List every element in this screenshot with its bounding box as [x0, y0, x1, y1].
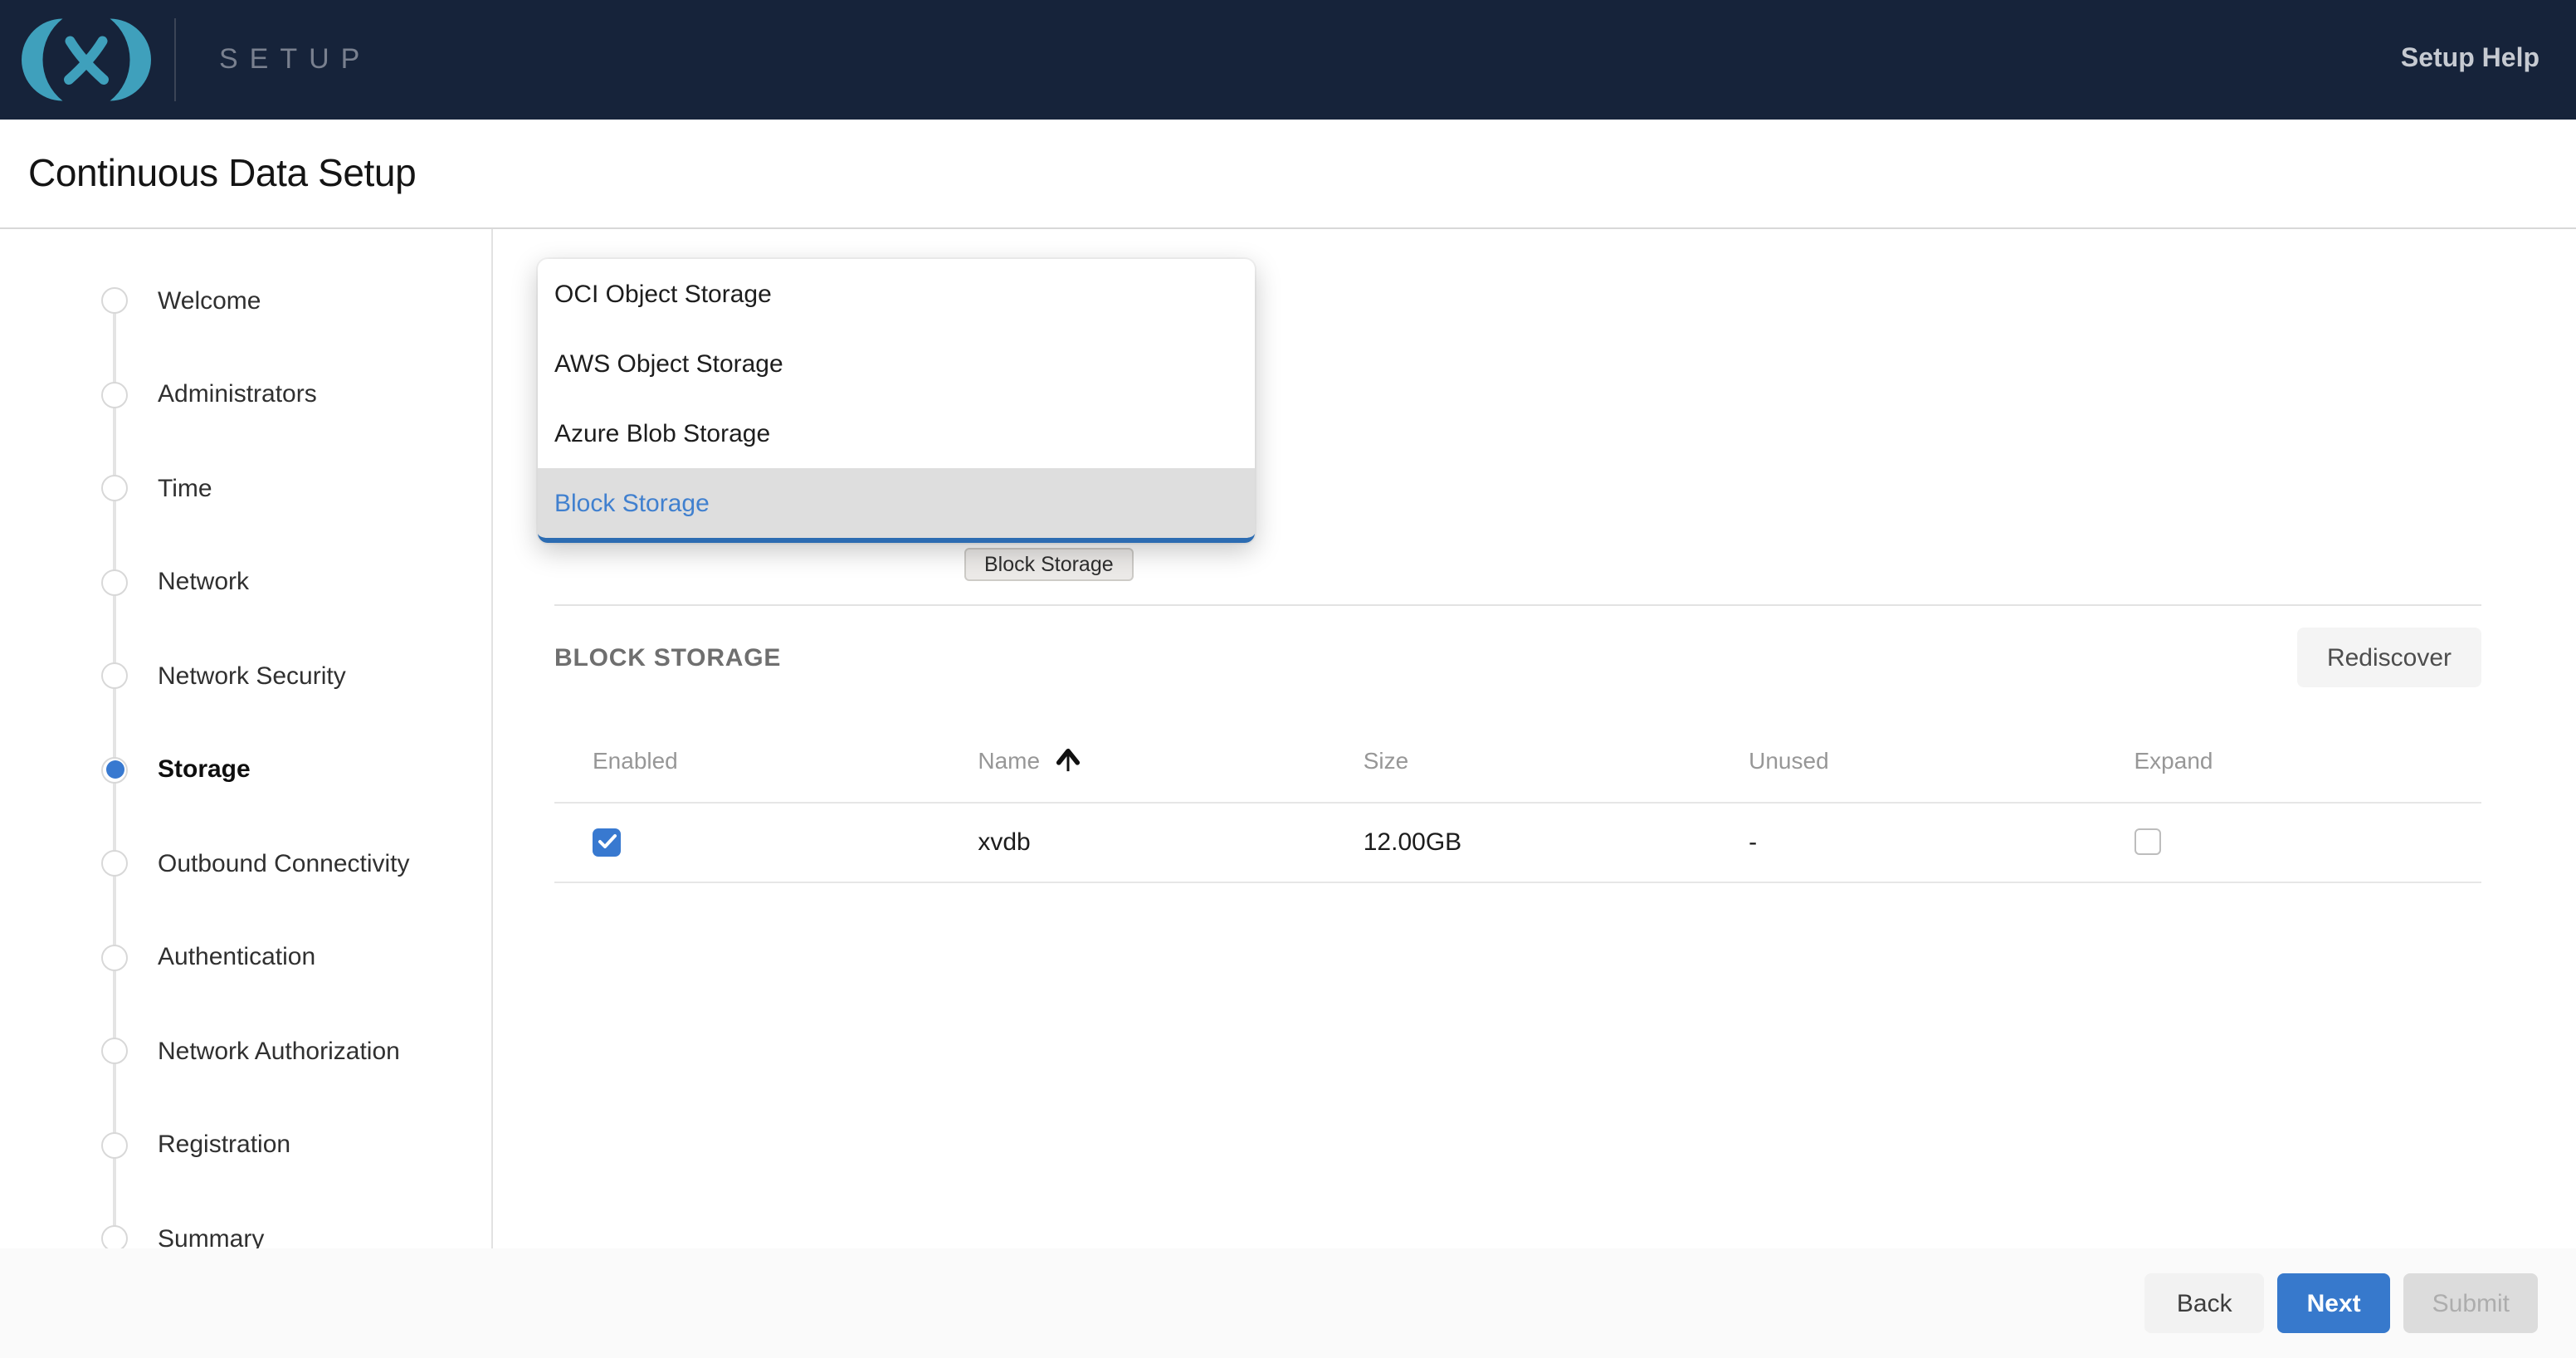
stepper-item-administrators[interactable]: Administrators: [0, 348, 491, 442]
brand-divider: [174, 18, 176, 101]
block-storage-table: Enabled Name Size Unused: [554, 719, 2481, 882]
step-circle-icon: [101, 569, 128, 596]
column-header-expand: Expand: [2096, 719, 2482, 802]
dropdown-option-azure-blob-storage[interactable]: Azure Blob Storage: [538, 398, 1255, 468]
sort-ascending-icon: [1055, 747, 1080, 774]
stepper-item-network-security[interactable]: Network Security: [0, 629, 491, 723]
stepper-item-storage[interactable]: Storage: [0, 723, 491, 817]
submit-button-disabled[interactable]: Submit: [2404, 1273, 2538, 1333]
block-storage-section-header: BLOCK STORAGE Rediscover: [554, 628, 2481, 687]
step-circle-icon: [101, 663, 128, 690]
delphix-logo-icon: [22, 15, 151, 105]
dropdown-option-block-storage-selected[interactable]: Block Storage: [538, 468, 1255, 538]
stepper-item-summary[interactable]: Summary: [0, 1192, 491, 1248]
stepper-item-network-authorization[interactable]: Network Authorization: [0, 1004, 491, 1098]
section-divider: [554, 604, 2481, 606]
column-header-enabled: Enabled: [554, 719, 939, 802]
step-circle-icon: [101, 288, 128, 315]
rediscover-button[interactable]: Rediscover: [2297, 628, 2481, 687]
stepper-item-outbound-connectivity[interactable]: Outbound Connectivity: [0, 817, 491, 911]
storage-type-dropdown-menu: OCI Object Storage AWS Object Storage Az…: [538, 259, 1255, 543]
cell-disk-name: xvdb: [939, 802, 1325, 882]
step-circle-active-icon: [101, 757, 128, 784]
cell-disk-size: 12.00GB: [1325, 802, 1710, 882]
step-circle-icon: [101, 1226, 128, 1249]
wizard-footer: Back Next Submit: [0, 1248, 2576, 1358]
table-row-xvdb: xvdb 12.00GB -: [554, 802, 2481, 882]
back-button[interactable]: Back: [2145, 1273, 2264, 1333]
body-row: Welcome Administrators Time Network Netw…: [0, 229, 2576, 1248]
page-title: Continuous Data Setup: [28, 151, 416, 196]
dropdown-option-aws-object-storage[interactable]: AWS Object Storage: [538, 329, 1255, 398]
column-header-size: Size: [1325, 719, 1710, 802]
stepper-item-network[interactable]: Network: [0, 535, 491, 629]
next-button[interactable]: Next: [2277, 1273, 2391, 1333]
cell-disk-unused: -: [1710, 802, 2095, 882]
setup-help-link[interactable]: Setup Help: [2401, 45, 2539, 75]
dropdown-option-oci-object-storage[interactable]: OCI Object Storage: [538, 259, 1255, 329]
checkmark-icon: [597, 833, 617, 850]
enabled-checkbox-checked[interactable]: [593, 828, 621, 856]
wizard-stepper: Welcome Administrators Time Network Netw…: [0, 229, 493, 1248]
setup-app: SETUP Setup Help Continuous Data Setup W…: [0, 0, 2576, 1358]
step-circle-icon: [101, 945, 128, 971]
stepper-item-time[interactable]: Time: [0, 442, 491, 535]
step-circle-icon: [101, 851, 128, 877]
section-title: BLOCK STORAGE: [554, 643, 781, 672]
table-header-row: Enabled Name Size Unused: [554, 719, 2481, 802]
app-name: SETUP: [219, 43, 371, 76]
brand-area: SETUP: [0, 0, 371, 120]
storage-type-select-trigger[interactable]: Block Storage: [964, 548, 1134, 581]
step-circle-icon: [101, 1038, 128, 1065]
stepper-item-welcome[interactable]: Welcome: [0, 254, 491, 348]
step-circle-icon: [101, 1132, 128, 1159]
step-circle-icon: [101, 382, 128, 408]
expand-checkbox-unchecked[interactable]: [2134, 828, 2161, 855]
stepper-item-authentication[interactable]: Authentication: [0, 911, 491, 1004]
top-navbar: SETUP Setup Help: [0, 0, 2576, 120]
column-header-unused: Unused: [1710, 719, 2095, 802]
page-header: Continuous Data Setup: [0, 120, 2576, 229]
stepper-item-registration[interactable]: Registration: [0, 1098, 491, 1192]
column-header-name[interactable]: Name: [939, 719, 1325, 802]
step-circle-icon: [101, 476, 128, 502]
